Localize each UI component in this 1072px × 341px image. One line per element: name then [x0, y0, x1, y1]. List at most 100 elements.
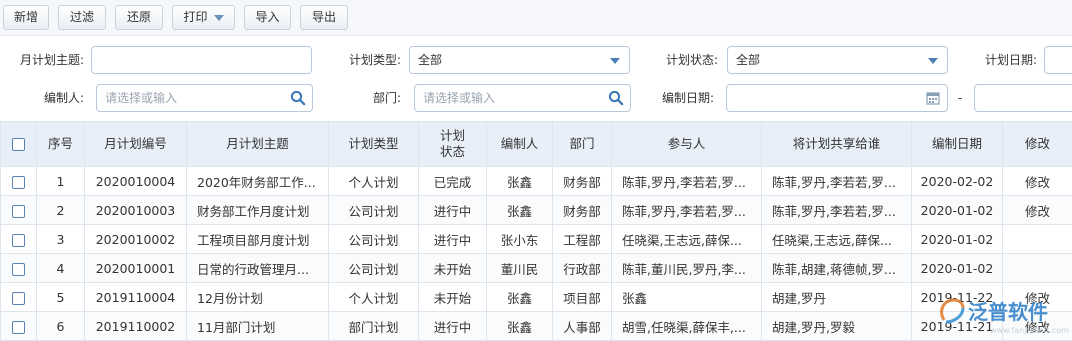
new-button[interactable]: 新增 — [3, 5, 49, 30]
edit-date-label: 编制日期: — [661, 91, 714, 105]
editor-link[interactable]: 张鑫 — [486, 195, 553, 225]
participants: 张鑫 — [611, 282, 762, 312]
editor-input[interactable]: 请选择或输入 — [96, 84, 313, 112]
plan-subject-link[interactable]: 财务部工作月度计划 — [186, 195, 329, 225]
plan-code-link[interactable]: 2020010002 — [84, 224, 187, 254]
row-select-cell[interactable] — [0, 166, 37, 196]
plan-subject-link[interactable]: 11月部门计划 — [186, 311, 329, 341]
plan-type: 个人计划 — [328, 166, 419, 196]
editor-link[interactable]: 张鑫 — [486, 282, 553, 312]
column-header[interactable]: 参与人 — [611, 121, 762, 167]
row-checkbox[interactable] — [12, 320, 25, 334]
edit-link[interactable] — [1002, 224, 1072, 254]
row-checkbox[interactable] — [12, 291, 25, 305]
import-button[interactable]: 导入 — [244, 5, 291, 30]
column-header[interactable]: 部门 — [552, 121, 612, 167]
row-checkbox[interactable] — [12, 204, 25, 218]
column-header[interactable]: 将计划共享给谁 — [761, 121, 912, 167]
plan-type: 公司计划 — [328, 253, 419, 283]
row-select-cell[interactable] — [0, 224, 37, 254]
row-select-cell[interactable] — [0, 195, 37, 225]
export-button[interactable]: 导出 — [300, 5, 348, 30]
row-number: 1 — [36, 166, 85, 196]
shared-with: 陈菲,罗丹,李若若,罗... — [761, 166, 912, 196]
edit-date: 2020-01-02 — [911, 253, 1003, 283]
table-header-row: 序号 月计划编号 月计划主题 计划类型 计划状态 编制人 部门 参与人 将计划共… — [0, 121, 1072, 167]
edit-link[interactable] — [1002, 253, 1072, 283]
table-row[interactable]: 4 2020010001 日常的行政管理月... 公司计划 未开始 董川民 行政… — [0, 253, 1072, 283]
row-number: 6 — [36, 311, 85, 341]
plan-code-link[interactable]: 2020010004 — [84, 166, 187, 196]
participants: 陈菲,董川民,罗丹,李... — [611, 253, 762, 283]
toolbar: 新增 过滤 还原 打印 导入 导出 — [0, 0, 1072, 36]
column-header[interactable]: 序号 — [36, 121, 85, 167]
dropdown-arrow-icon — [610, 58, 620, 64]
row-checkbox[interactable] — [12, 262, 25, 276]
department-label: 部门: — [372, 91, 401, 105]
column-header[interactable]: 月计划主题 — [186, 121, 329, 167]
table-row[interactable]: 6 2019110002 11月部门计划 部门计划 进行中 张鑫 人事部 胡雪,… — [0, 311, 1072, 341]
chevron-down-icon — [213, 14, 224, 21]
edit-date-start-input[interactable] — [726, 84, 948, 112]
plan-status: 未开始 — [418, 282, 487, 312]
print-button[interactable]: 打印 — [172, 5, 235, 30]
select-all-cell[interactable] — [0, 121, 37, 167]
editor-link[interactable]: 张小东 — [486, 224, 553, 254]
participants: 胡雪,任晓渠,薛保丰,... — [611, 311, 762, 341]
row-select-cell[interactable] — [0, 282, 37, 312]
shared-with: 胡建,罗丹,罗毅 — [761, 311, 912, 341]
edit-link[interactable]: 修改 — [1002, 166, 1072, 196]
department-input[interactable]: 请选择或输入 — [414, 84, 631, 112]
subject-label: 月计划主题: — [19, 53, 84, 67]
edit-link[interactable]: 修改 — [1002, 195, 1072, 225]
calendar-icon[interactable] — [925, 90, 941, 106]
filter-button[interactable]: 过滤 — [58, 5, 106, 30]
plan-subject-link[interactable]: 工程项目部月度计划 — [186, 224, 329, 254]
table-row[interactable]: 3 2020010002 工程项目部月度计划 公司计划 进行中 张小东 工程部 … — [0, 224, 1072, 254]
row-checkbox[interactable] — [12, 175, 25, 189]
type-value: 全部 — [418, 53, 443, 67]
plan-code-link[interactable]: 2019110004 — [84, 282, 187, 312]
table-row[interactable]: 5 2019110004 12月份计划 个人计划 未开始 张鑫 项目部 张鑫 胡… — [0, 282, 1072, 312]
editor-link[interactable]: 董川民 — [486, 253, 553, 283]
plan-status: 进行中 — [418, 195, 487, 225]
column-header[interactable]: 编制人 — [486, 121, 553, 167]
row-checkbox[interactable] — [12, 233, 25, 247]
shared-with: 胡建,罗丹 — [761, 282, 912, 312]
edit-date-end-input[interactable] — [974, 84, 1072, 112]
plan-status: 进行中 — [418, 224, 487, 254]
edit-date: 2020-01-02 — [911, 195, 1003, 225]
column-header[interactable]: 计划类型 — [328, 121, 419, 167]
plan-date-input[interactable] — [1044, 46, 1072, 74]
svg-text:泛普软件: 泛普软件 — [968, 300, 1048, 324]
subject-input[interactable] — [91, 46, 312, 74]
plan-code-link[interactable]: 2020010001 — [84, 253, 187, 283]
column-header[interactable]: 计划状态 — [418, 121, 487, 167]
plan-subject-link[interactable]: 12月份计划 — [186, 282, 329, 312]
row-select-cell[interactable] — [0, 253, 37, 283]
column-header[interactable]: 修改 — [1002, 121, 1072, 167]
search-icon[interactable] — [290, 90, 306, 106]
column-header[interactable]: 月计划编号 — [84, 121, 187, 167]
table-row[interactable]: 2 2020010003 财务部工作月度计划 公司计划 进行中 张鑫 财务部 陈… — [0, 195, 1072, 225]
table-row[interactable]: 1 2020010004 2020年财务部工作... 个人计划 已完成 张鑫 财… — [0, 166, 1072, 196]
edit-date: 2020-02-02 — [911, 166, 1003, 196]
select-all-checkbox[interactable] — [12, 138, 25, 151]
plan-subject-link[interactable]: 日常的行政管理月... — [186, 253, 329, 283]
plan-code-link[interactable]: 2019110002 — [84, 311, 187, 341]
restore-button[interactable]: 还原 — [115, 5, 163, 30]
svg-text:www.fanpusoft.com: www.fanpusoft.com — [990, 326, 1069, 335]
editor-link[interactable]: 张鑫 — [486, 166, 553, 196]
plan-code-link[interactable]: 2020010003 — [84, 195, 187, 225]
monthly-plan-table: 序号 月计划编号 月计划主题 计划类型 计划状态 编制人 部门 参与人 将计划共… — [0, 121, 1072, 341]
type-select[interactable]: 全部 — [409, 46, 630, 74]
row-select-cell[interactable] — [0, 311, 37, 341]
plan-status: 已完成 — [418, 166, 487, 196]
editor-link[interactable]: 张鑫 — [486, 311, 553, 341]
row-number: 2 — [36, 195, 85, 225]
search-icon[interactable] — [608, 90, 624, 106]
plan-subject-link[interactable]: 2020年财务部工作... — [186, 166, 329, 196]
column-header[interactable]: 编制日期 — [911, 121, 1003, 167]
status-select[interactable]: 全部 — [727, 46, 948, 74]
row-number: 3 — [36, 224, 85, 254]
